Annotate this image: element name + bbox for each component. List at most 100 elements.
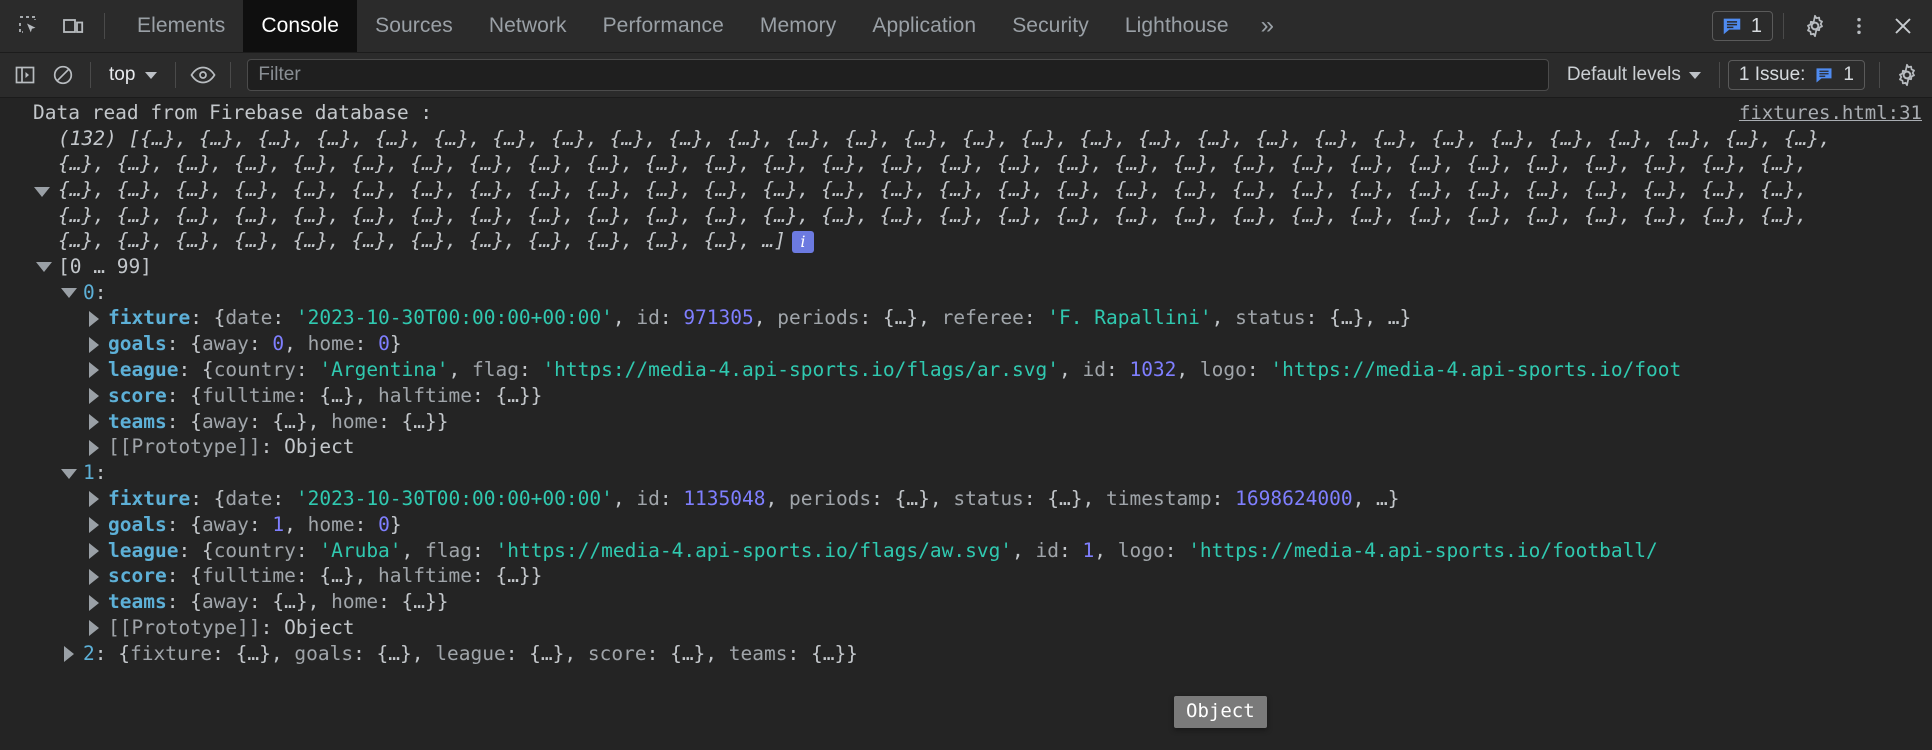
tree-token: : <box>659 306 684 330</box>
log-levels-selector[interactable]: Default levels <box>1557 64 1711 86</box>
close-icon[interactable] <box>1882 5 1924 47</box>
tab-lighthouse[interactable]: Lighthouse <box>1107 0 1247 52</box>
issues-badge[interactable]: 1 <box>1711 11 1773 41</box>
tree-expand-arrow[interactable] <box>83 539 105 564</box>
tree-token: , <box>753 306 778 330</box>
array-preview-expand-arrow[interactable] <box>31 180 53 205</box>
tree-token: : <box>94 280 107 304</box>
tree-expand-arrow[interactable] <box>83 358 105 383</box>
tree-expand-arrow[interactable] <box>83 487 105 512</box>
tree-token: : {…}, <box>353 641 436 665</box>
tree-expand-arrow[interactable] <box>83 435 105 460</box>
tree-token: : {…}} <box>471 383 543 407</box>
tree-row[interactable]: 1: <box>0 460 1932 486</box>
tree-row[interactable]: fixture: {date: '2023-10-30T00:00:00+00:… <box>0 305 1932 331</box>
tree-expand-arrow[interactable] <box>83 564 105 589</box>
tab-performance[interactable]: Performance <box>585 0 742 52</box>
tab-application[interactable]: Application <box>854 0 994 52</box>
tree-token: : {…}, <box>295 383 379 407</box>
tree-row[interactable]: teams: {away: {…}, home: {…}} <box>0 589 1932 615</box>
tree-token: fulltime <box>201 383 296 407</box>
tree-expand-arrow[interactable] <box>83 306 105 331</box>
triangle-right-icon <box>64 646 74 663</box>
tab-security[interactable]: Security <box>994 0 1107 52</box>
tree-token: date <box>225 306 273 330</box>
tree-token: status <box>1235 306 1306 330</box>
tree-token: home <box>331 409 379 433</box>
tree-expand-arrow[interactable] <box>83 384 105 409</box>
tree-token: 1032 <box>1129 357 1177 381</box>
tree-token: : {…}, <box>212 641 295 665</box>
tree-row[interactable]: score: {fulltime: {…}, halftime: {…}} <box>0 383 1932 409</box>
tree-token: : {…}, <box>505 641 588 665</box>
tree-collapse-arrow[interactable] <box>58 461 80 486</box>
issue-message-icon <box>1723 18 1741 35</box>
tree-row[interactable]: league: {country: 'Aruba', flag: 'https:… <box>0 538 1932 564</box>
tree-collapse-arrow[interactable] <box>58 281 80 306</box>
tree-row[interactable]: goals: {away: 0, home: 0} <box>0 331 1932 357</box>
tree-row[interactable]: 0: <box>0 280 1932 306</box>
kebab-menu-icon[interactable] <box>1838 5 1880 47</box>
clear-console-icon[interactable] <box>44 58 82 92</box>
tree-expand-arrow[interactable] <box>83 616 105 641</box>
device-toolbar-icon[interactable] <box>52 5 94 47</box>
console-output[interactable]: Data read from Firebase database : fixtu… <box>0 98 1932 750</box>
info-badge-icon[interactable]: i <box>791 230 814 253</box>
tree-token: : {…}, <box>871 486 954 510</box>
tree-token: 'Argentina' <box>319 357 449 381</box>
tree-expand-arrow[interactable] <box>83 513 105 538</box>
tab-elements[interactable]: Elements <box>119 0 243 52</box>
tab-memory[interactable]: Memory <box>742 0 854 52</box>
tree-token: goals <box>108 332 167 356</box>
tab-sources[interactable]: Sources <box>357 0 471 52</box>
gear-icon[interactable] <box>1794 5 1836 47</box>
tree-row[interactable]: [[Prototype]]: Object <box>0 615 1932 641</box>
tree-token: flag <box>425 538 472 562</box>
toolbar-divider-5 <box>1879 62 1880 88</box>
inspect-element-icon[interactable] <box>8 5 50 47</box>
tree-expand-arrow[interactable] <box>83 332 105 357</box>
issues-count: 1 <box>1750 14 1762 37</box>
tree-token: , <box>284 332 308 356</box>
triangle-right-icon <box>89 594 99 611</box>
filter-wrapper <box>247 59 1549 91</box>
tree-token: country <box>213 357 296 381</box>
tree-expand-arrow[interactable] <box>58 642 80 667</box>
more-tabs-icon[interactable]: » <box>1247 0 1288 52</box>
source-link[interactable]: fixtures.html:31 <box>1739 101 1922 127</box>
toolbar-divider-3 <box>230 62 232 88</box>
array-preview[interactable]: (132) [{…}, {…}, {…}, {…}, {…}, {…}, {…}… <box>0 126 1932 254</box>
tree-row[interactable]: fixture: {date: '2023-10-30T00:00:00+00:… <box>0 486 1932 512</box>
tree-row[interactable]: [[Prototype]]: Object <box>0 434 1932 460</box>
chevron-down-icon <box>145 71 158 79</box>
tree-token: away <box>201 332 249 356</box>
tree-token: : Object <box>260 615 355 639</box>
tree-token: : <box>295 538 320 562</box>
triangle-right-icon <box>89 491 99 508</box>
live-expression-icon[interactable] <box>184 58 222 92</box>
execution-context-selector[interactable]: top <box>99 60 167 90</box>
tree-row[interactable]: teams: {away: {…}, home: {…}} <box>0 409 1932 435</box>
tree-token: , <box>1094 538 1118 562</box>
filter-input[interactable] <box>247 59 1549 91</box>
console-issues-badge[interactable]: 1 Issue: 1 <box>1727 60 1865 90</box>
tree-collapse-arrow[interactable] <box>33 255 55 280</box>
tab-network[interactable]: Network <box>471 0 585 52</box>
console-sidebar-icon[interactable] <box>6 58 44 92</box>
toolbar-divider-4 <box>1718 62 1720 88</box>
tree-token: , <box>1211 306 1236 330</box>
console-toolbar: top Default levels 1 Issue: 1 <box>0 53 1932 98</box>
tree-row[interactable]: 2: {fixture: {…}, goals: {…}, league: {…… <box>0 641 1932 667</box>
tree-token: : <box>272 306 296 330</box>
tree-row[interactable]: goals: {away: 1, home: 0} <box>0 512 1932 538</box>
tree-token: 0 <box>378 512 390 536</box>
tab-console[interactable]: Console <box>243 0 358 52</box>
tree-expand-arrow[interactable] <box>83 590 105 615</box>
tree-row[interactable]: [0 … 99] <box>0 254 1932 280</box>
console-settings-icon[interactable] <box>1888 58 1926 92</box>
tree-token: : <box>354 512 379 536</box>
tree-token: goals <box>108 512 167 536</box>
tree-row[interactable]: score: {fulltime: {…}, halftime: {…}} <box>0 563 1932 589</box>
tree-expand-arrow[interactable] <box>83 410 105 435</box>
tree-row[interactable]: league: {country: 'Argentina', flag: 'ht… <box>0 357 1932 383</box>
